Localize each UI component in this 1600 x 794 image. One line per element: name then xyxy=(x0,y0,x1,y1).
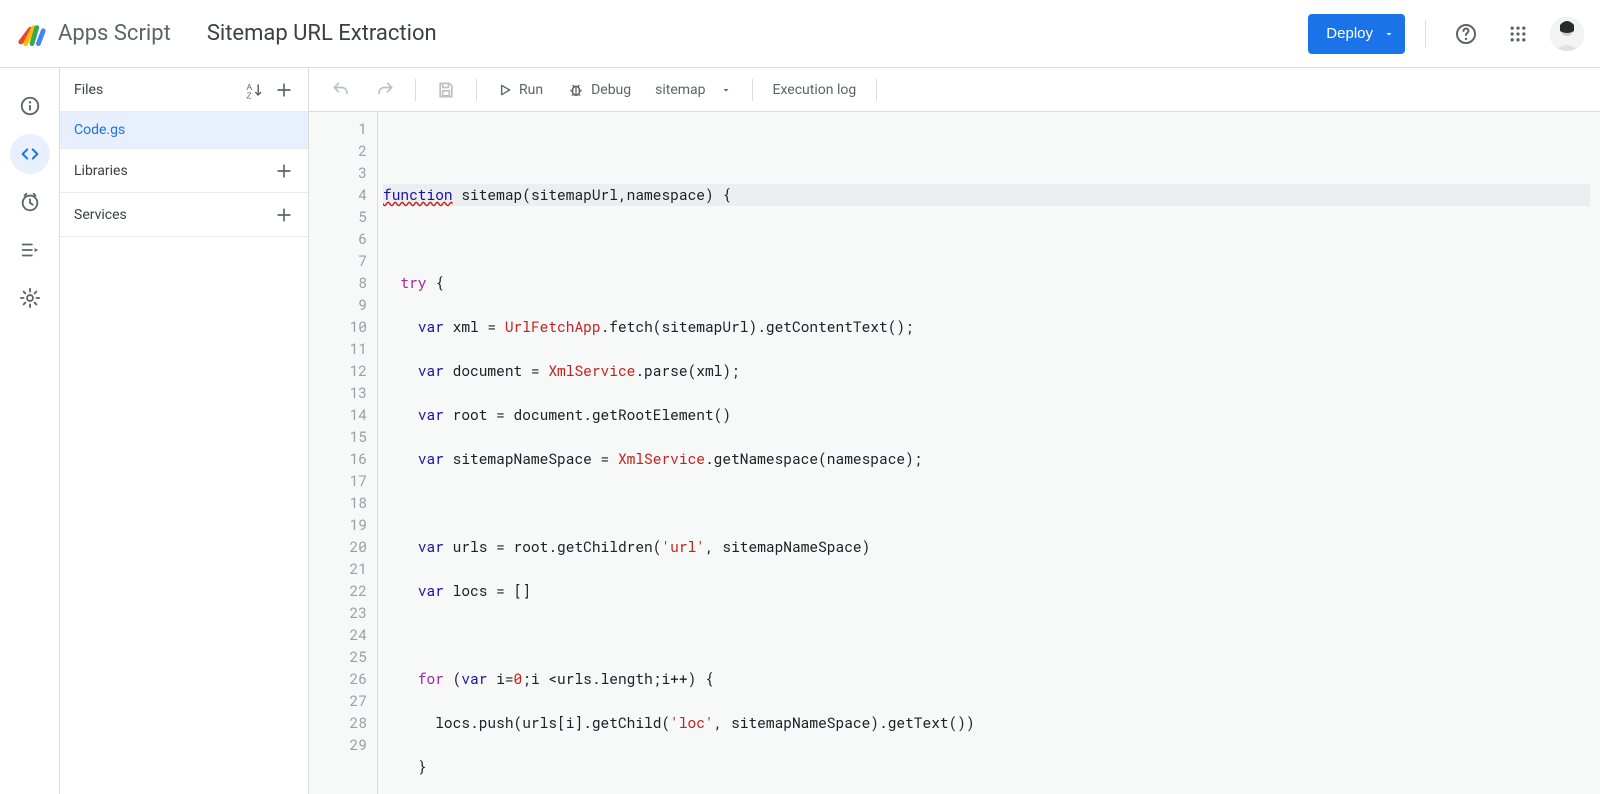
header: Apps Script Sitemap URL Extraction Deplo… xyxy=(0,0,1600,68)
libraries-label: Libraries xyxy=(74,163,128,179)
code-icon xyxy=(19,143,41,165)
services-label: Services xyxy=(74,207,127,223)
sidebar: Files AZ Code.gs Libraries Services xyxy=(60,68,309,794)
save-button[interactable] xyxy=(428,76,464,104)
apps-grid-icon xyxy=(1508,24,1528,44)
sort-files-button[interactable]: AZ xyxy=(244,80,264,100)
execution-log-label: Execution log xyxy=(773,82,857,98)
caret-down-icon xyxy=(720,84,732,96)
toolbar-separator xyxy=(752,79,753,101)
project-title[interactable]: Sitemap URL Extraction xyxy=(207,21,437,46)
rail-overview[interactable] xyxy=(10,86,50,126)
services-section[interactable]: Services xyxy=(60,193,308,237)
divider xyxy=(1425,20,1426,48)
apps-menu-button[interactable] xyxy=(1498,14,1538,54)
plus-icon xyxy=(274,205,294,225)
debug-button[interactable]: Debug xyxy=(559,77,639,103)
toolbar-separator xyxy=(415,79,416,101)
libraries-section[interactable]: Libraries xyxy=(60,149,308,193)
file-item-code[interactable]: Code.gs xyxy=(60,112,308,149)
header-actions: Deploy xyxy=(1308,14,1584,54)
avatar-icon xyxy=(1550,17,1584,51)
function-selected: sitemap xyxy=(655,82,705,98)
help-icon xyxy=(1454,22,1478,46)
rail-settings[interactable] xyxy=(10,278,50,318)
function-selector[interactable]: sitemap xyxy=(647,78,739,102)
rail-editor[interactable] xyxy=(10,134,50,174)
apps-script-logo-icon xyxy=(16,18,48,50)
toolbar-separator xyxy=(876,79,877,101)
undo-icon xyxy=(331,80,351,100)
gear-icon xyxy=(19,287,41,309)
code-border xyxy=(377,112,378,794)
account-avatar[interactable] xyxy=(1550,17,1584,51)
execution-log-button[interactable]: Execution log xyxy=(765,78,865,102)
info-icon xyxy=(19,95,41,117)
redo-button[interactable] xyxy=(367,76,403,104)
executions-icon xyxy=(19,239,41,261)
code-editor[interactable]: 1234567891011121314151617181920212223242… xyxy=(309,112,1600,794)
run-label: Run xyxy=(519,82,543,98)
product-name: Apps Script xyxy=(58,21,171,46)
left-rail xyxy=(0,68,60,794)
add-library-button[interactable] xyxy=(274,161,294,181)
help-button[interactable] xyxy=(1446,14,1486,54)
editor-pane: Run Debug sitemap Execution log 12345678… xyxy=(309,68,1600,794)
plus-icon xyxy=(274,161,294,181)
save-icon xyxy=(436,80,456,100)
files-label: Files xyxy=(74,82,103,98)
undo-button[interactable] xyxy=(323,76,359,104)
deploy-label: Deploy xyxy=(1326,25,1373,42)
editor-toolbar: Run Debug sitemap Execution log xyxy=(309,68,1600,112)
rail-triggers[interactable] xyxy=(10,182,50,222)
files-section-header: Files AZ xyxy=(60,68,308,112)
rail-executions[interactable] xyxy=(10,230,50,270)
plus-icon xyxy=(274,80,294,100)
line-number-gutter: 1234567891011121314151617181920212223242… xyxy=(309,112,377,794)
svg-text:Z: Z xyxy=(247,90,252,100)
run-button[interactable]: Run xyxy=(489,78,551,102)
code-content[interactable]: function sitemap(sitemapUrl,namespace) {… xyxy=(377,112,1600,794)
caret-down-icon xyxy=(1383,28,1395,40)
clock-icon xyxy=(19,191,41,213)
add-file-button[interactable] xyxy=(274,80,294,100)
file-name: Code.gs xyxy=(74,122,125,138)
logo-area: Apps Script xyxy=(16,18,171,50)
deploy-button[interactable]: Deploy xyxy=(1308,14,1405,54)
sort-az-icon: AZ xyxy=(244,80,264,100)
main: Files AZ Code.gs Libraries Services xyxy=(0,68,1600,794)
debug-label: Debug xyxy=(591,82,631,98)
toolbar-separator xyxy=(476,79,477,101)
redo-icon xyxy=(375,80,395,100)
play-icon xyxy=(497,82,513,98)
add-service-button[interactable] xyxy=(274,205,294,225)
debug-icon xyxy=(567,81,585,99)
